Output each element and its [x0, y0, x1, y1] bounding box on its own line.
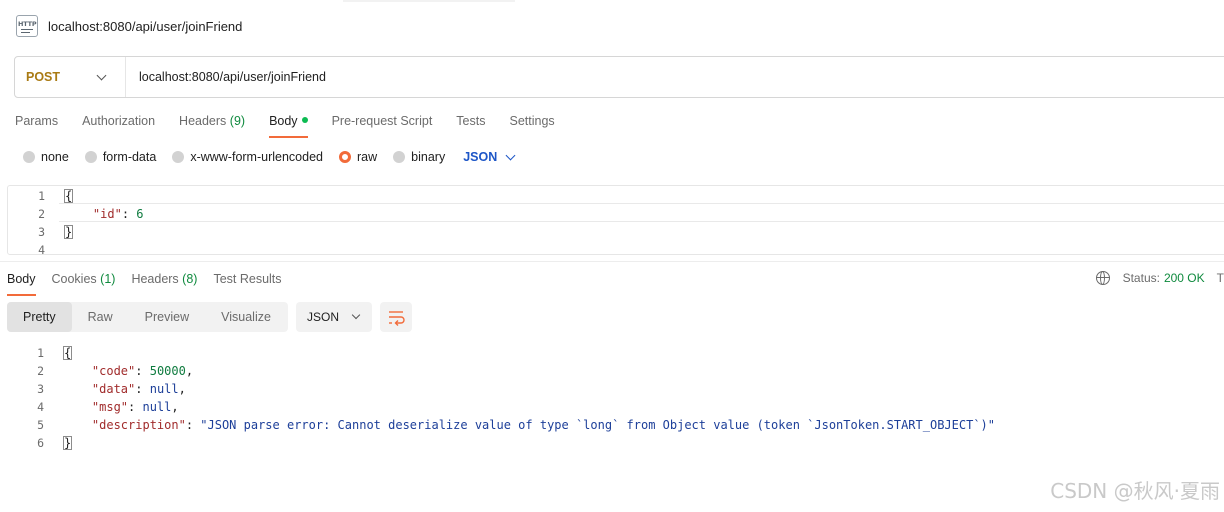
mode-none[interactable]: none — [23, 150, 69, 164]
globe-icon[interactable] — [1095, 271, 1110, 285]
body-modified-dot — [301, 117, 308, 123]
headers-count: (9) — [229, 114, 246, 128]
response-format-select[interactable]: JSON — [296, 302, 372, 332]
http-request-icon: HTTP — [16, 15, 38, 37]
mode-urlencoded[interactable]: x-www-form-urlencoded — [172, 150, 323, 164]
status-value[interactable]: 200 OK — [1164, 271, 1205, 285]
viewer-line: 1 { — [37, 346, 73, 360]
view-pretty[interactable]: Pretty — [7, 302, 72, 332]
radio-icon[interactable] — [23, 151, 35, 163]
method-label: POST — [26, 70, 61, 84]
response-tabs: Body Cookies (1) Headers (8) Test Result… — [7, 270, 298, 296]
view-visualize[interactable]: Visualize — [205, 302, 287, 332]
radio-icon[interactable] — [172, 151, 185, 163]
viewer-line: 6 } — [37, 436, 73, 450]
chevron-down-icon — [351, 310, 361, 320]
editor-line: 2 "id": 6 — [38, 207, 144, 221]
view-raw[interactable]: Raw — [72, 302, 129, 332]
tab-response-headers[interactable]: Headers (8) — [131, 270, 197, 296]
viewer-line: 3 "data": null, — [37, 382, 186, 396]
body-type-select[interactable]: JSON — [463, 150, 516, 164]
chevron-down-icon — [96, 70, 107, 80]
viewer-line: 5 "description": "JSON parse error: Cann… — [37, 418, 995, 432]
pane-divider[interactable] — [0, 261, 1224, 262]
tab-test-results[interactable]: Test Results — [213, 270, 281, 296]
tab-pre-request-script[interactable]: Pre-request Script — [332, 112, 433, 138]
request-body-editor[interactable]: 1 { 2 "id": 6 3 } 4 — [7, 185, 1224, 255]
viewer-line: 4 "msg": null, — [37, 400, 179, 414]
mode-form-data[interactable]: form-data — [84, 150, 156, 164]
radio-selected-icon[interactable] — [339, 151, 351, 163]
request-name[interactable]: localhost:8080/api/user/joinFriend — [48, 19, 242, 34]
status-label: Status: — [1122, 271, 1160, 285]
time-label-truncated: T — [1216, 271, 1224, 285]
tab-response-body[interactable]: Body — [7, 270, 36, 296]
tab-settings[interactable]: Settings — [509, 112, 554, 138]
chevron-down-icon — [505, 150, 516, 160]
body-mode-radios: none form-data x-www-form-urlencoded raw… — [23, 149, 516, 165]
tab-params[interactable]: Params — [15, 112, 58, 138]
url-input[interactable]: localhost:8080/api/user/joinFriend — [139, 70, 326, 84]
response-view-modes: Pretty Raw Preview Visualize — [7, 302, 288, 332]
editor-line: 1 { — [38, 189, 74, 203]
url-bar: POST localhost:8080/api/user/joinFriend — [14, 56, 1224, 98]
top-edge — [343, 0, 515, 2]
request-title-row: HTTP localhost:8080/api/user/joinFriend — [16, 14, 242, 38]
viewer-line: 2 "code": 50000, — [37, 364, 194, 378]
response-status: Status: 200 OK T — [1095, 270, 1224, 286]
wrap-lines-button[interactable] — [380, 302, 412, 332]
response-body-viewer[interactable]: 1 { 2 "code": 50000, 3 "data": null, 4 "… — [7, 343, 1224, 463]
tab-body[interactable]: Body — [269, 112, 308, 138]
method-select[interactable]: POST — [15, 57, 126, 97]
tab-cookies[interactable]: Cookies (1) — [52, 270, 116, 296]
wrap-lines-icon — [389, 311, 405, 326]
radio-icon[interactable] — [84, 151, 97, 163]
radio-icon[interactable] — [393, 151, 406, 163]
editor-line: 4 — [38, 243, 45, 255]
view-preview[interactable]: Preview — [129, 302, 205, 332]
tab-authorization[interactable]: Authorization — [82, 112, 155, 138]
request-tabs: Params Authorization Headers (9) Body Pr… — [15, 112, 579, 138]
tab-tests[interactable]: Tests — [456, 112, 485, 138]
editor-line: 3 } — [38, 225, 74, 239]
mode-binary[interactable]: binary — [393, 150, 445, 164]
watermark: CSDN @秋风·夏雨 — [1050, 479, 1220, 503]
mode-raw[interactable]: raw — [339, 150, 377, 164]
tab-headers[interactable]: Headers (9) — [179, 112, 245, 138]
